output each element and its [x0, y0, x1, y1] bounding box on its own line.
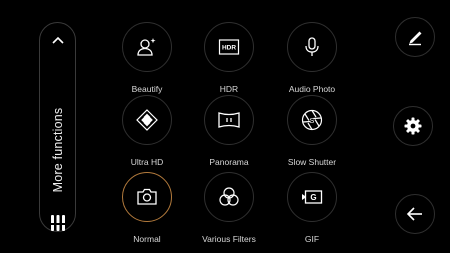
svg-text:S: S — [310, 118, 315, 125]
mode-label: Various Filters — [202, 234, 256, 244]
mode-panorama[interactable]: Panorama — [184, 95, 274, 167]
mode-button-hdr[interactable]: HDR — [204, 22, 254, 72]
mode-button-slow-shutter[interactable]: S — [287, 95, 337, 145]
mode-label: Audio Photo — [288, 84, 336, 94]
more-functions-panel[interactable]: More functions — [39, 22, 76, 232]
mode-hdr[interactable]: HDR HDR — [184, 22, 274, 94]
mode-button-gif[interactable]: G — [287, 172, 337, 222]
gif-icon-text: G — [310, 193, 316, 202]
mode-label: Beautify — [131, 84, 163, 94]
mode-various-filters[interactable]: Various Filters — [184, 172, 274, 244]
hdr-icon: HDR — [218, 39, 240, 55]
panorama-icon — [218, 112, 240, 128]
arrow-left-icon — [406, 207, 422, 221]
bars-grid-icon[interactable] — [50, 213, 66, 233]
mode-ultra-hd[interactable]: Ultra HD — [102, 95, 192, 167]
mode-button-beautify[interactable] — [122, 22, 172, 72]
mode-label: GIF — [304, 234, 320, 244]
microphone-icon — [305, 37, 319, 56]
settings-button[interactable] — [393, 106, 433, 146]
chevron-up-icon[interactable] — [51, 35, 65, 45]
mode-gif[interactable]: G GIF — [267, 172, 357, 244]
mode-label: Normal — [133, 234, 161, 244]
mode-slow-shutter[interactable]: S Slow Shutter — [267, 95, 357, 167]
mode-button-ultra-hd[interactable] — [122, 95, 172, 145]
more-functions-title: More functions — [50, 107, 65, 193]
mode-audio-photo[interactable]: Audio Photo — [267, 22, 357, 94]
gif-icon: G — [302, 190, 323, 204]
ultra-hd-icon — [136, 109, 158, 131]
mode-button-panorama[interactable] — [204, 95, 254, 145]
beautify-icon — [137, 38, 156, 56]
mode-button-audio-photo[interactable] — [287, 22, 337, 72]
slow-shutter-icon: S — [301, 109, 323, 131]
mode-label: HDR — [219, 84, 239, 94]
back-button[interactable] — [395, 194, 435, 234]
mode-label: Panorama — [209, 157, 249, 167]
mode-label: Slow Shutter — [287, 157, 337, 167]
hdr-icon-text: HDR — [222, 44, 236, 51]
mode-button-various-filters[interactable] — [204, 172, 254, 222]
mode-normal[interactable]: Normal — [102, 172, 192, 244]
mode-button-normal[interactable] — [122, 172, 172, 222]
pencil-icon — [409, 31, 422, 46]
gear-icon — [404, 117, 422, 135]
mode-label: Ultra HD — [130, 157, 164, 167]
filters-icon — [219, 187, 239, 206]
edit-button[interactable] — [395, 17, 435, 57]
camera-icon — [137, 188, 157, 205]
mode-beautify[interactable]: Beautify — [102, 22, 192, 94]
